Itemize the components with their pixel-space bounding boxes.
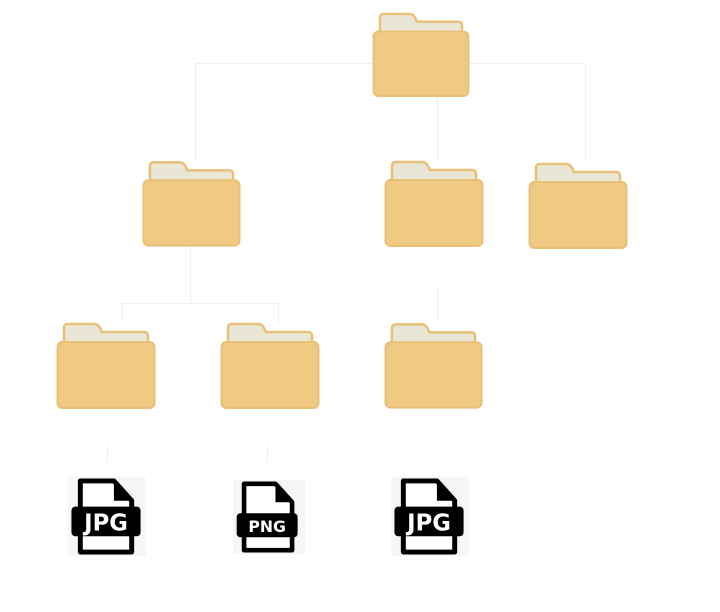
- connector: [267, 445, 268, 463]
- folder-level2-2[interactable]: [384, 160, 484, 248]
- connector: [190, 247, 191, 303]
- folder-icon: [384, 323, 483, 409]
- file-type-badge: PNG: [248, 517, 286, 536]
- folder-level2-3[interactable]: [528, 162, 628, 250]
- folder-level2-1[interactable]: [142, 160, 241, 248]
- folder-root[interactable]: [371, 12, 471, 98]
- file-type-badge: JPG: [82, 510, 128, 536]
- file-type-badge: JPG: [405, 510, 451, 536]
- folder-level3-3[interactable]: [384, 322, 483, 410]
- png-file-icon: PNG: [233, 480, 305, 554]
- connector: [122, 303, 123, 323]
- folder-icon: [372, 12, 470, 98]
- folder-icon: [142, 161, 241, 247]
- connector: [437, 288, 438, 322]
- jpg-file-2[interactable]: JPG: [391, 477, 469, 556]
- connector: [122, 303, 279, 304]
- jpg-file-1[interactable]: JPG: [68, 477, 146, 556]
- folder-icon: [384, 160, 484, 247]
- connector: [585, 63, 586, 162]
- folder-icon: [528, 162, 628, 249]
- connector: [278, 303, 279, 323]
- connector: [195, 63, 196, 161]
- folder-icon: [220, 322, 320, 409]
- folder-level3-2[interactable]: [220, 322, 320, 410]
- jpg-file-icon: JPG: [391, 477, 469, 556]
- png-file[interactable]: PNG: [233, 477, 305, 557]
- folder-icon: [56, 322, 156, 409]
- connector: [437, 97, 438, 161]
- connector: [107, 445, 108, 463]
- jpg-file-icon: JPG: [68, 477, 146, 556]
- folder-level3-1[interactable]: [56, 322, 156, 410]
